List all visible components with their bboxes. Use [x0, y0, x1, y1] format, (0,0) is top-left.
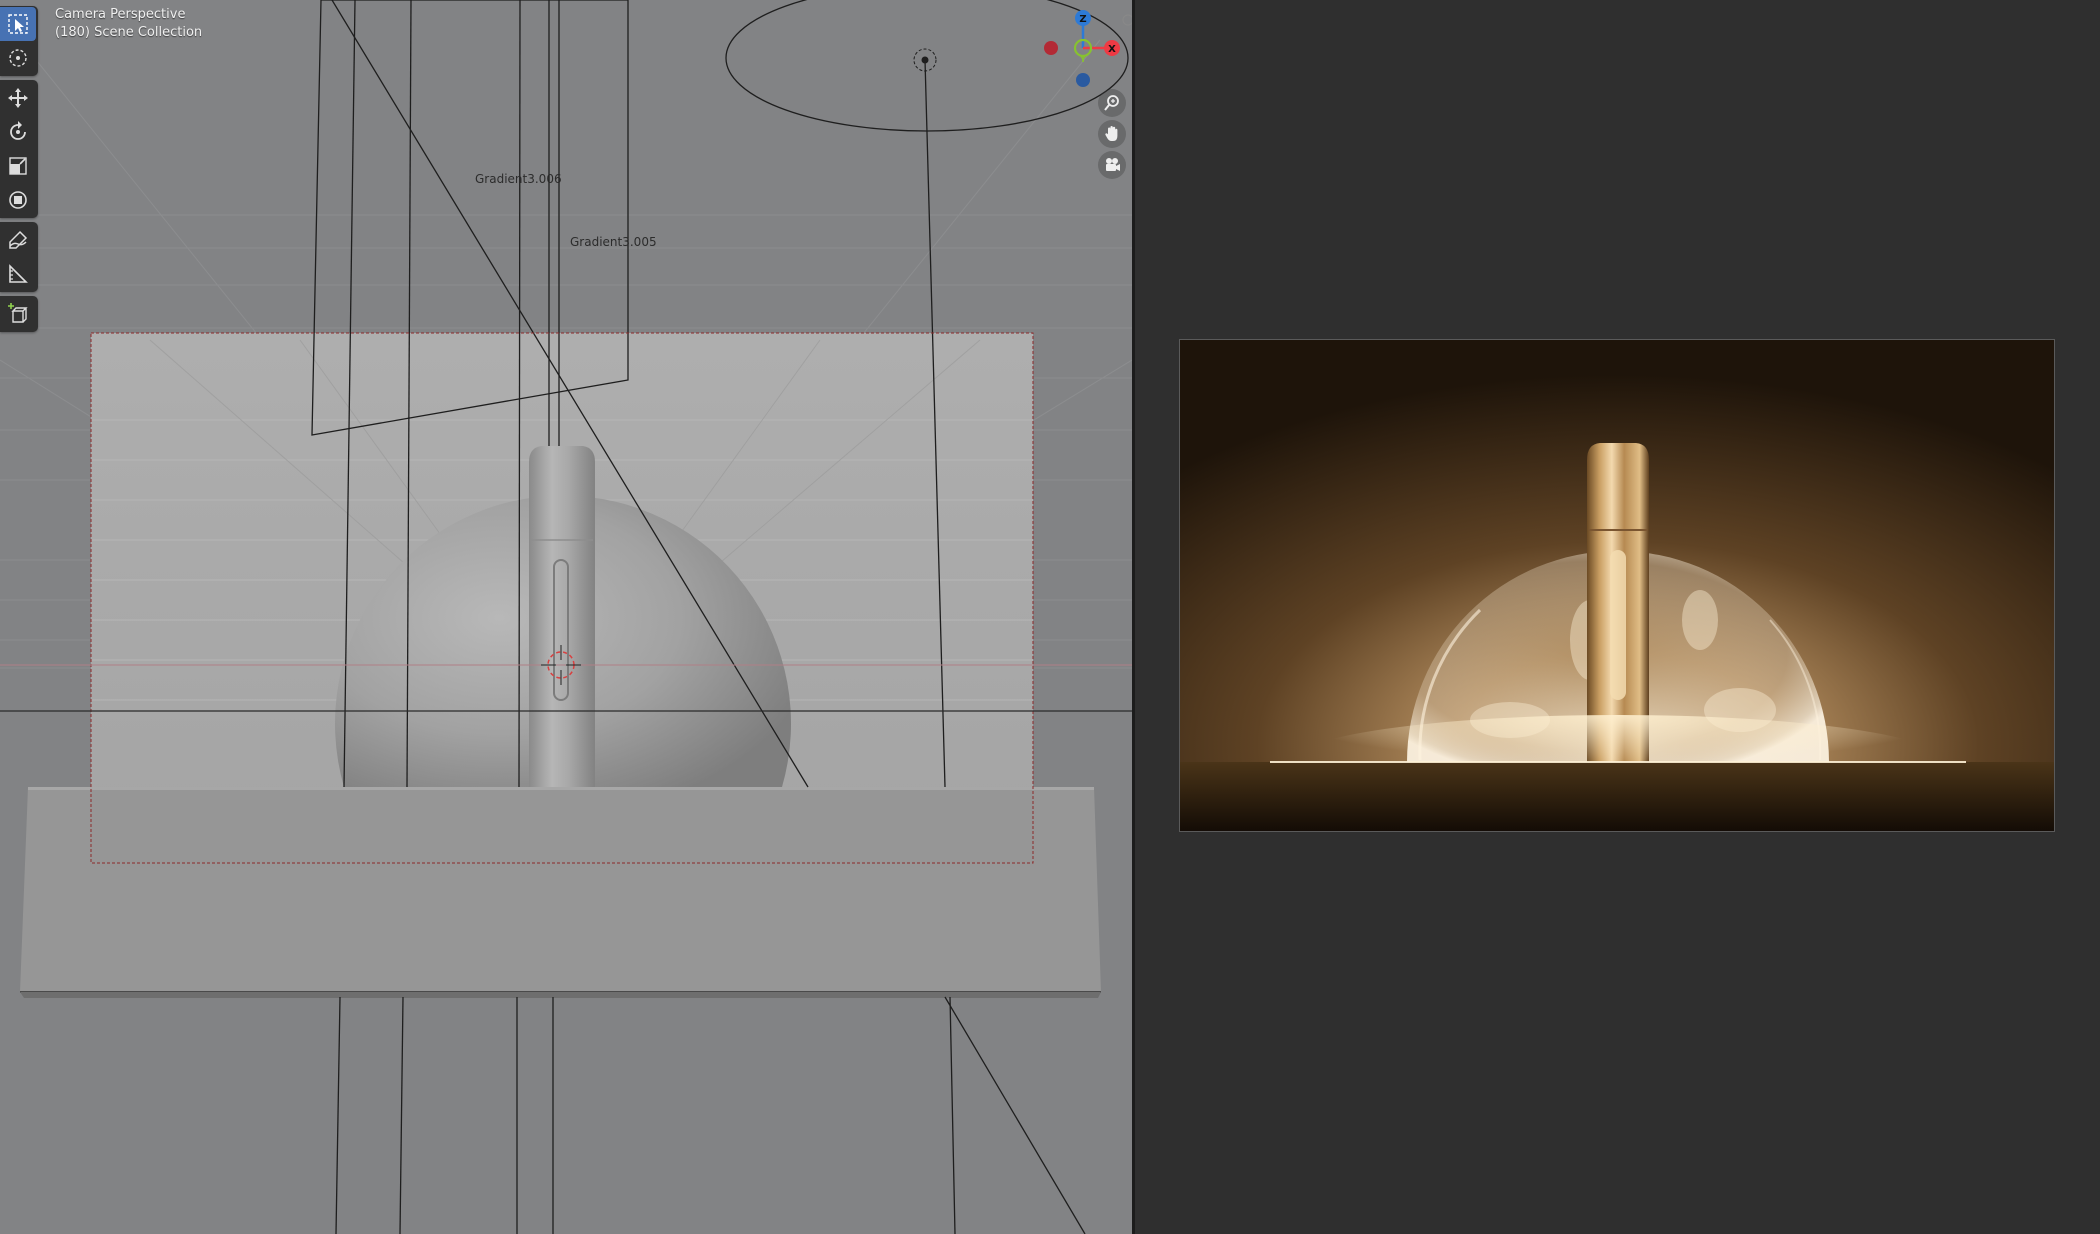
add-cube-tool[interactable]	[0, 297, 36, 331]
transform-icon	[9, 191, 27, 209]
scale-icon	[9, 157, 27, 175]
rotate-tool[interactable]	[0, 115, 36, 149]
render-image	[1180, 340, 2054, 831]
object-label-gradient-005: Gradient3.005	[570, 235, 657, 249]
rotate-icon	[10, 121, 26, 140]
cursor-tool[interactable]	[0, 41, 36, 75]
select-box-icon	[8, 14, 28, 34]
transform-tool[interactable]	[0, 183, 36, 217]
axis-y-label: Y	[1079, 55, 1087, 65]
select-box-tool[interactable]	[0, 7, 36, 41]
object-label-gradient-006: Gradient3.006	[475, 172, 562, 186]
camera-view-button[interactable]	[1098, 151, 1126, 179]
ruler-icon	[9, 264, 28, 283]
move-tool[interactable]	[0, 81, 36, 115]
annotate-pencil-icon	[9, 230, 28, 249]
hand-icon	[1105, 126, 1118, 141]
zoom-button[interactable]	[1098, 89, 1126, 117]
annotate-tool[interactable]	[0, 223, 36, 257]
viewport-view-name: Camera Perspective	[55, 7, 186, 22]
pan-button[interactable]	[1098, 120, 1126, 148]
render-preview	[1179, 339, 2055, 832]
3d-viewport[interactable]: Camera Perspective (180) Scene Collectio…	[0, 0, 1132, 1234]
camera-icon	[1106, 158, 1120, 171]
axis-x-label: X	[1108, 44, 1116, 55]
axis-neg-x-icon[interactable]	[1044, 41, 1058, 55]
move-icon	[8, 88, 28, 108]
tool-shelf	[0, 6, 38, 336]
measure-tool[interactable]	[0, 257, 36, 291]
add-cube-icon	[8, 303, 28, 323]
viewport-scene	[0, 0, 1132, 1234]
viewport-collection-info: (180) Scene Collection	[55, 25, 203, 40]
axis-neg-z-icon[interactable]	[1076, 73, 1090, 87]
axis-neg-y-icon[interactable]	[1122, 14, 1132, 26]
navigation-gizmo[interactable]: Z X Y	[1040, 6, 1132, 96]
cursor-icon	[9, 49, 27, 67]
scale-tool[interactable]	[0, 149, 36, 183]
magnifier-icon	[1104, 95, 1119, 111]
axis-z-label: Z	[1079, 14, 1086, 25]
